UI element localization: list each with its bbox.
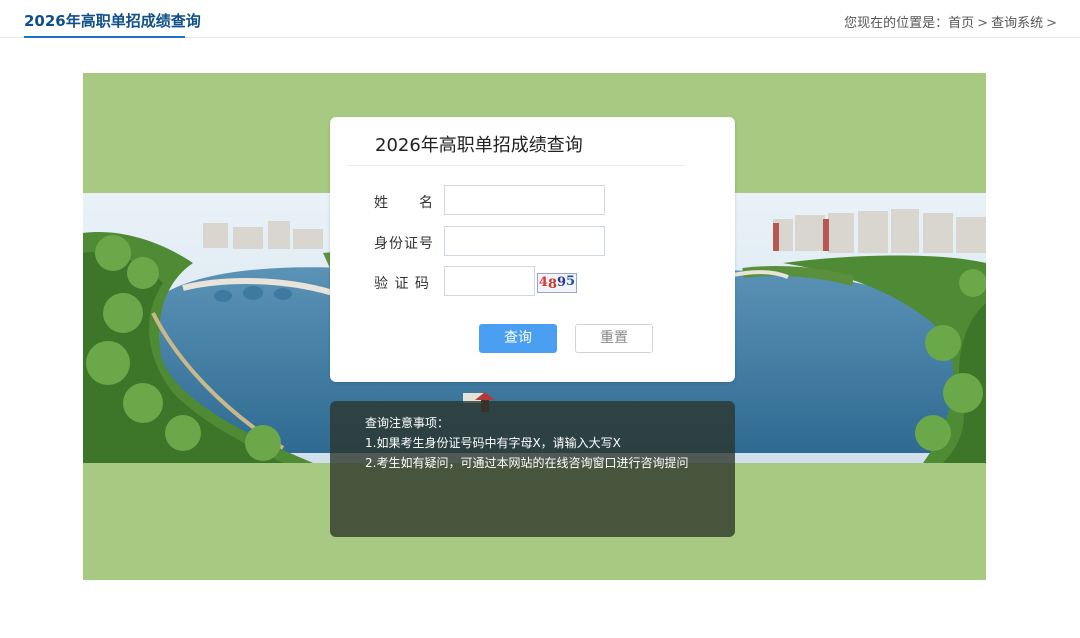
breadcrumb-prefix: 您现在的位置是： [844,16,949,31]
title-underline [24,36,185,38]
id-number-label: 身份证号 [374,236,434,252]
page-title: 2026年高职单招成绩查询 [24,12,201,30]
notice-item: 1.如果考生身份证号码中有字母X，请输入大写X [365,436,621,450]
breadcrumb-query-system-link[interactable]: 查询系统 [991,16,1043,31]
captcha-digit: 5 [566,274,576,289]
captcha-digit: 9 [557,275,567,290]
breadcrumb-home-link[interactable]: 首页 [948,16,974,31]
notice-title: 查询注意事项： [365,416,450,430]
notice-item: 2.考生如有疑问，可通过本网站的在线咨询窗口进行咨询提问 [365,456,689,470]
form-divider [348,165,684,166]
captcha-image[interactable]: 4895 [537,273,577,293]
breadcrumb-separator: > [1046,16,1057,31]
top-bar: 2026年高职单招成绩查询 您现在的位置是：首页 > 查询系统 > [0,0,1080,38]
form-title: 2026年高职单招成绩查询 [375,135,583,156]
captcha-digit: 8 [547,277,557,292]
notice-panel: 查询注意事项： 1.如果考生身份证号码中有字母X，请输入大写X 2.考生如有疑问… [330,401,735,537]
name-label: 姓 名 [374,195,434,211]
breadcrumb: 您现在的位置是：首页 > 查询系统 > [844,12,1060,31]
query-form-card: 2026年高职单招成绩查询 姓 名 身份证号 验 证 码 4895 查询 重置 [330,117,735,382]
breadcrumb-separator: > [977,16,989,31]
reset-button[interactable]: 重置 [575,324,653,353]
id-number-input[interactable] [444,226,605,256]
captcha-input[interactable] [444,266,535,296]
name-input[interactable] [444,185,605,215]
query-button[interactable]: 查询 [479,324,557,353]
captcha-digit: 4 [538,275,548,290]
captcha-label: 验 证 码 [374,276,430,292]
